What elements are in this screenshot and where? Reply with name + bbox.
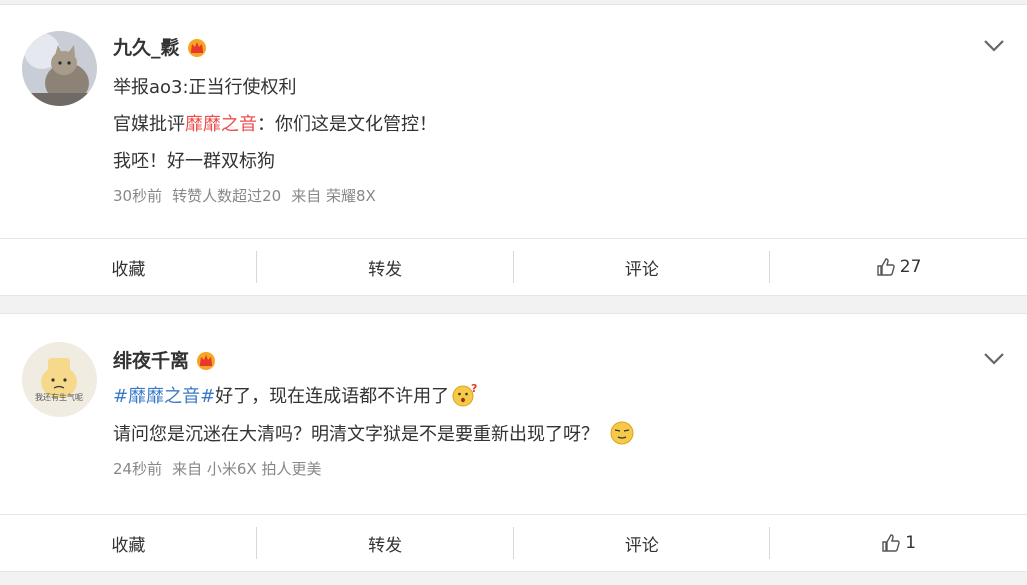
topic-link[interactable]: 靡靡之音 (185, 110, 257, 136)
smug-emoji-icon (610, 421, 634, 445)
post-meta: 24秒前 来自 小米6X 拍人更美 (113, 458, 331, 479)
favorite-button[interactable]: 收藏 (0, 239, 257, 295)
like-button[interactable]: 1 (770, 515, 1027, 571)
thumbs-up-icon (882, 534, 900, 552)
action-bar: 收藏 转发 评论 1 (0, 514, 1027, 571)
weibo-post-1: 九久_鬏 举报ao3:正当行使权利 官媒批评 靡靡之音 ：你们这是文化管控！ 我呸！… (0, 4, 1027, 296)
question-emoji-icon: ? (452, 382, 477, 407)
post-source[interactable]: 来自 小米6X 拍人更美 (172, 460, 321, 478)
post-text-line: #靡靡之音# 好了，现在连成语都不许用了 ? (113, 382, 478, 408)
post-text-line: 我呸！好一群双标狗 (113, 151, 275, 172)
username[interactable]: 绯夜千离 (113, 346, 189, 373)
comment-button[interactable]: 评论 (514, 515, 771, 571)
post-time[interactable]: 30秒前 (113, 187, 162, 205)
like-count: 27 (899, 257, 922, 277)
action-bar: 收藏 转发 评论 27 (0, 238, 1027, 295)
post-text-line: 请问您是沉迷在大清吗？明清文字狱是不是要重新出现了呀？ (113, 420, 635, 446)
like-count: 1 (905, 533, 917, 553)
chevron-down-icon[interactable] (983, 39, 1005, 53)
post-source[interactable]: 来自 荣耀8X (291, 187, 376, 205)
repost-count-note: 转赞人数超过20 (172, 187, 282, 205)
post-meta: 30秒前 转赞人数超过20 来自 荣耀8X (113, 185, 386, 206)
avatar[interactable]: 我还有生气呢 (22, 342, 97, 417)
comment-button[interactable]: 评论 (514, 239, 771, 295)
post-text-line: 官媒批评 靡靡之音 ：你们这是文化管控！ (113, 110, 437, 136)
thumbs-up-icon (877, 258, 895, 276)
username[interactable]: 九久_鬏 (113, 33, 180, 60)
topic-hashtag[interactable]: #靡靡之音# (113, 382, 215, 408)
post-time[interactable]: 24秒前 (113, 460, 162, 478)
favorite-button[interactable]: 收藏 (0, 515, 257, 571)
vip-crown-icon (197, 351, 216, 370)
chevron-down-icon[interactable] (983, 352, 1005, 366)
svg-text:?: ? (471, 382, 477, 395)
weibo-post-2: 我还有生气呢 绯夜千离 #靡靡之音# 好了，现在连成语都不许用了 ? 请问您是沉迷… (0, 313, 1027, 572)
avatar[interactable] (22, 31, 97, 106)
vip-crown-icon (187, 38, 206, 57)
repost-button[interactable]: 转发 (257, 515, 514, 571)
like-button[interactable]: 27 (770, 239, 1027, 295)
repost-button[interactable]: 转发 (257, 239, 514, 295)
post-text-line: 举报ao3:正当行使权利 (113, 77, 297, 98)
avatar-caption: 我还有生气呢 (35, 392, 83, 402)
